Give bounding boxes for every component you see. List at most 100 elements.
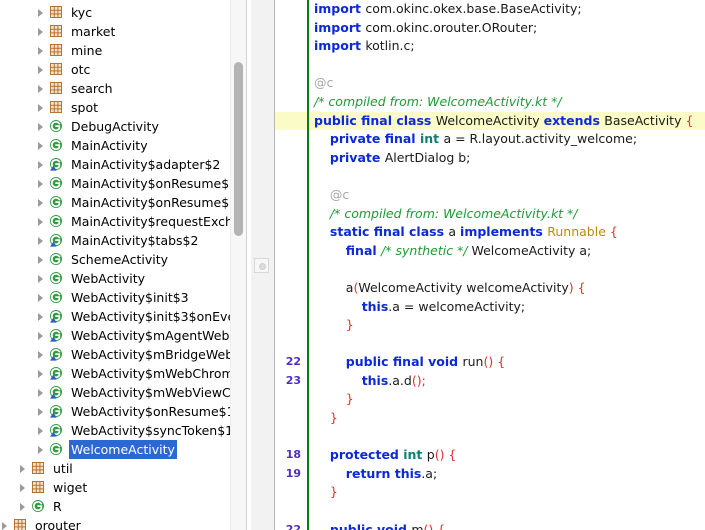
tree-item-label: MainActivity$adapter$2 — [71, 157, 221, 172]
expand-arrow-icon[interactable] — [37, 421, 48, 440]
expand-arrow-icon[interactable] — [37, 22, 48, 41]
package-icon — [30, 459, 48, 478]
expand-arrow-icon[interactable] — [37, 231, 48, 250]
expand-arrow-icon[interactable] — [37, 98, 48, 117]
code-line: } — [275, 483, 705, 503]
tree-item-webactivity-mwebviewclien[interactable]: WebActivity$mWebViewClien — [0, 383, 246, 402]
class-icon — [48, 174, 66, 193]
tree-item-mainactivity-requestexchang[interactable]: MainActivity$requestExchang — [0, 212, 246, 231]
package-icon — [48, 22, 66, 41]
tree-item-r[interactable]: R — [0, 497, 246, 516]
decompiled-source-view[interactable]: import com.okinc.okex.base.BaseActivity;… — [275, 0, 705, 530]
expand-arrow-icon[interactable] — [37, 440, 48, 459]
code-line: /* compiled from: WelcomeActivity.kt */ — [275, 204, 705, 224]
tree-item-webactivity-init-3-onevent[interactable]: WebActivity$init$3$onEvent$ — [0, 307, 246, 326]
tree-item-kyc[interactable]: kyc — [0, 3, 246, 22]
line-number — [275, 483, 305, 502]
code-text: } — [345, 391, 354, 407]
expand-arrow-icon[interactable] — [37, 155, 48, 174]
tree-item-mainactivity-adapter-2[interactable]: MainActivity$adapter$2 — [0, 155, 246, 174]
expand-arrow-icon[interactable] — [37, 250, 48, 269]
tree-item-spot[interactable]: spot — [0, 98, 246, 117]
code-text: public final void run() { — [345, 354, 506, 370]
tree-item-webactivity-synctoken-1[interactable]: WebActivity$syncToken$1 — [0, 421, 246, 440]
line-number — [275, 112, 305, 131]
gutter-divider — [307, 223, 309, 242]
code-text: private final int a = R.layout.activity_… — [329, 131, 638, 147]
line-number — [275, 298, 305, 317]
gutter-divider — [307, 204, 309, 224]
tree-item-webactivity-mbridgewebvie[interactable]: WebActivity$mBridgeWebVie — [0, 345, 246, 364]
expand-arrow-icon[interactable] — [19, 497, 30, 516]
expand-arrow-icon[interactable] — [19, 459, 30, 478]
code-line: a(WelcomeActivity welcomeActivity) { — [275, 278, 705, 298]
expand-arrow-icon[interactable] — [37, 402, 48, 421]
expand-arrow-icon[interactable] — [37, 60, 48, 79]
expand-arrow-icon[interactable] — [37, 269, 48, 288]
tree-item-search[interactable]: search — [0, 79, 246, 98]
code-line: public final class WelcomeActivity exten… — [275, 111, 705, 131]
expand-arrow-icon[interactable] — [37, 326, 48, 345]
expand-arrow-icon[interactable] — [37, 193, 48, 212]
tree-item-label: otc — [71, 62, 91, 77]
tree-item-schemeactivity[interactable]: SchemeActivity — [0, 250, 246, 269]
expand-arrow-icon[interactable] — [37, 212, 48, 231]
tree-item-util[interactable]: util — [0, 459, 246, 478]
class-tree[interactable]: kyc market mine otc search spot DebugActivity M… — [0, 3, 246, 530]
line-number — [275, 93, 305, 112]
panel-splitter[interactable] — [246, 0, 275, 530]
splitter-grip-handle[interactable] — [254, 258, 269, 273]
tree-item-label: MainActivity — [71, 138, 148, 153]
tree-vertical-scrollbar[interactable] — [230, 0, 246, 530]
expand-arrow-icon[interactable] — [37, 41, 48, 60]
expand-arrow-icon[interactable] — [37, 3, 48, 22]
tree-item-webactivity-init-3[interactable]: WebActivity$init$3 — [0, 288, 246, 307]
tree-item-label: DebugActivity — [71, 119, 159, 134]
code-line: static final class a implements Runnable… — [275, 223, 705, 242]
code-text: } — [345, 317, 354, 333]
tree-item-orouter[interactable]: orouter — [0, 516, 246, 530]
tree-item-mainactivity-onresume-2[interactable]: MainActivity$onResume$2 — [0, 193, 246, 212]
line-number — [275, 242, 305, 261]
code-line: this.a = welcomeActivity; — [275, 297, 705, 317]
expand-arrow-icon[interactable] — [19, 478, 30, 497]
expand-arrow-icon[interactable] — [37, 364, 48, 383]
line-number — [275, 56, 305, 75]
code-line — [275, 167, 705, 186]
tree-item-webactivity-magentweb-2[interactable]: WebActivity$mAgentWeb$2 — [0, 326, 246, 345]
expand-arrow-icon[interactable] — [37, 136, 48, 155]
code-line — [275, 502, 705, 521]
tree-item-webactivity-onresume-1[interactable]: WebActivity$onResume$1 — [0, 402, 246, 421]
tree-item-mainactivity[interactable]: MainActivity — [0, 136, 246, 155]
class-icon — [48, 288, 66, 307]
gutter-divider — [307, 278, 309, 298]
tree-item-mainactivity-tabs-2[interactable]: MainActivity$tabs$2 — [0, 231, 246, 250]
gutter-divider — [307, 446, 309, 465]
tree-scrollbar-thumb[interactable] — [234, 62, 243, 236]
tree-item-mine[interactable]: mine — [0, 41, 246, 60]
tree-item-debugactivity[interactable]: DebugActivity — [0, 117, 246, 136]
tree-item-label: MainActivity$onResume$1 — [71, 176, 238, 191]
expand-arrow-icon[interactable] — [37, 345, 48, 364]
tree-item-wiget[interactable]: wiget — [0, 478, 246, 497]
expand-arrow-icon[interactable] — [37, 383, 48, 402]
inner-class-icon — [48, 383, 66, 402]
gutter-divider — [307, 92, 309, 112]
inner-class-icon — [48, 326, 66, 345]
inner-class-icon — [48, 345, 66, 364]
expand-arrow-icon[interactable] — [1, 516, 12, 530]
tree-item-mainactivity-onresume-1[interactable]: MainActivity$onResume$1 — [0, 174, 246, 193]
expand-arrow-icon[interactable] — [37, 307, 48, 326]
tree-item-welcomeactivity[interactable]: WelcomeActivity — [0, 440, 246, 459]
expand-arrow-icon[interactable] — [37, 288, 48, 307]
tree-item-otc[interactable]: otc — [0, 60, 246, 79]
tree-item-market[interactable]: market — [0, 22, 246, 41]
tree-item-label: orouter — [35, 518, 81, 530]
tree-item-webactivity-mwebchromecl[interactable]: WebActivity$mWebChromeCl — [0, 364, 246, 383]
line-number — [275, 409, 305, 428]
expand-arrow-icon[interactable] — [37, 174, 48, 193]
tree-item-webactivity[interactable]: WebActivity — [0, 269, 246, 288]
code-line — [275, 427, 705, 447]
expand-arrow-icon[interactable] — [37, 79, 48, 98]
expand-arrow-icon[interactable] — [37, 117, 48, 136]
